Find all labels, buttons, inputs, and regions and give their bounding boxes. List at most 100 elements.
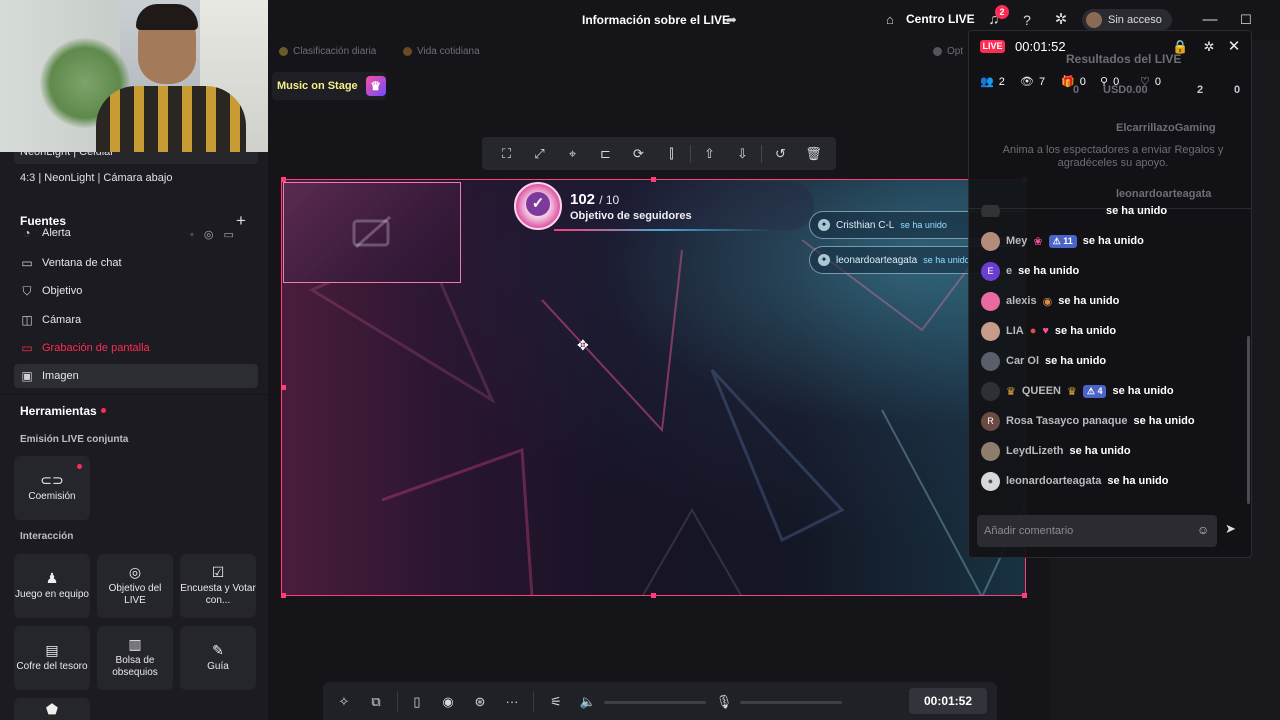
chip-clasificacion[interactable]: Clasificación diaria	[279, 46, 376, 57]
volume-slider[interactable]	[604, 701, 706, 704]
layer-toolbar: ⛶ ⤢ ⌖ ⊏ ⟳ ⫿ ⇧ ⇩ ↺ 🗑	[482, 137, 836, 170]
expand-icon[interactable]: ⤢	[523, 137, 556, 170]
mic-slider[interactable]	[740, 701, 842, 704]
tool-cofre[interactable]: ▤ Cofre del tesoro	[14, 626, 90, 690]
chat-scrollbar[interactable]	[1247, 336, 1250, 504]
tool-encuesta[interactable]: ☑ Encuesta y Votar con...	[180, 554, 256, 618]
chip-vida-cotidiana[interactable]: Vida cotidiana	[403, 46, 480, 57]
comment-placeholder: Añadir comentario	[984, 525, 1074, 537]
source-item-grabacion[interactable]: ▭ Grabación de pantalla	[20, 339, 149, 357]
settings-icon[interactable]: ✲	[1201, 39, 1217, 55]
source-item-objetivo[interactable]: ⛉ Objetivo	[20, 282, 82, 300]
webcam-person-hair	[136, 4, 198, 30]
share-icon[interactable]: ➦	[726, 12, 737, 28]
centro-live-link[interactable]: Centro LIVE	[906, 12, 975, 26]
resize-handle[interactable]	[281, 385, 286, 390]
center-icon[interactable]: ⌖	[556, 137, 589, 170]
tool-juego-en-equipo[interactable]: ♟ Juego en equipo	[14, 554, 90, 618]
crown-icon: ♛	[1067, 385, 1077, 398]
cookie-icon: ◉	[1042, 295, 1053, 308]
lock-icon[interactable]: 🔒	[1172, 39, 1188, 55]
goal-widget[interactable]: ✓ 102 / 10 Objetivo de seguidores	[514, 182, 814, 231]
resize-handle[interactable]	[1022, 593, 1027, 598]
live-elapsed: 00:01:52	[1015, 39, 1066, 54]
gift-bag-icon: ▥	[128, 635, 142, 652]
chat-text: se ha unido	[1106, 205, 1168, 217]
tool-guia[interactable]: ✎ Guía	[180, 626, 256, 690]
join-icon: ✦	[818, 219, 830, 231]
chat-username: leonardoarteagata	[1006, 475, 1102, 487]
source-item-camara[interactable]: ◫ Cámara	[20, 311, 81, 329]
source-item-imagen[interactable]: ▣ Imagen	[20, 367, 78, 385]
trash-icon[interactable]: 🗑	[797, 137, 830, 170]
chat-text: se ha unido	[1107, 475, 1169, 487]
chat-username: LeydLizeth	[1006, 445, 1064, 457]
layer-up-icon[interactable]: ⇧	[693, 137, 726, 170]
live-goal-icon: ◎	[128, 563, 142, 580]
music-stage-icon: ♛	[365, 76, 386, 96]
close-icon[interactable]: ✕	[1226, 39, 1242, 55]
tools-notification-dot	[101, 408, 106, 413]
resize-handle[interactable]	[281, 593, 286, 598]
tool-bolsa[interactable]: ▥ Bolsa de obsequios	[97, 626, 173, 690]
chat-text: se ha unido	[1082, 235, 1144, 247]
rotate-icon[interactable]: ⟳	[622, 137, 655, 170]
live-canvas[interactable]: ✓ 102 / 10 Objetivo de seguidores ✦ Cris…	[281, 179, 1026, 596]
strawberry-icon: ●	[1029, 325, 1037, 337]
gear-icon[interactable]: ✲	[1051, 10, 1071, 30]
home-icon: ⌂	[886, 12, 894, 27]
goal-label: Objetivo de seguidores	[570, 210, 692, 222]
microphone-icon[interactable]: 🎙	[715, 693, 733, 711]
maximize-icon[interactable]: ☐	[1236, 10, 1256, 30]
chat-username: alexis	[1006, 295, 1037, 307]
more-icon[interactable]: ···	[503, 693, 521, 711]
stream-timer: 00:01:52	[909, 688, 987, 714]
send-icon[interactable]: ➤	[1225, 521, 1241, 539]
layout-icon[interactable]: ⧉	[367, 693, 385, 711]
shield-icon: ⬟	[45, 701, 59, 717]
fit-screen-icon[interactable]: ⛶	[490, 137, 523, 170]
scene-label: 4:3 | NeonLight | Cámara abajo	[20, 172, 173, 184]
tool-objetivo-live[interactable]: ◎ Objetivo del LIVE	[97, 554, 173, 618]
tool-label: Bolsa de obsequios	[112, 654, 158, 678]
capture-icon[interactable]: ⊛	[471, 693, 489, 711]
scene-item-camara-abajo[interactable]: 4:3 | NeonLight | Cámara abajo	[14, 166, 258, 190]
chat-text: se ha unido	[1054, 325, 1117, 337]
source-actions-icons[interactable]: ◦◎▭	[190, 228, 244, 241]
layer-down-icon[interactable]: ⇩	[726, 137, 759, 170]
resize-handle[interactable]	[651, 593, 656, 598]
avatar	[981, 291, 1000, 311]
chip-opt[interactable]: Opt	[933, 46, 963, 57]
camera-off-icon	[352, 215, 391, 249]
reset-icon[interactable]: ↺	[764, 137, 797, 170]
phone-icon[interactable]: ▯	[408, 693, 426, 711]
chat-row: ● leonardoarteagata se ha unido	[981, 471, 1169, 491]
user-chip[interactable]: Sin acceso	[1082, 9, 1172, 31]
comment-input[interactable]: Añadir comentario ☺	[977, 515, 1217, 547]
minimize-icon[interactable]: —	[1200, 10, 1220, 30]
avatar	[981, 381, 1000, 401]
avatar	[981, 441, 1000, 461]
magic-wand-icon[interactable]: ✧	[335, 693, 353, 711]
live-overlay-panel[interactable]: Resultados del LIVE LIVE 00:01:52 🔒 ✲ ✕ …	[968, 30, 1252, 558]
camera-source-box[interactable]	[283, 182, 461, 283]
source-item-alerta[interactable]: ◔ Alerta	[20, 226, 70, 240]
chat-row: ♛ QUEEN ♛ ⚠ 4 se ha unido	[981, 381, 1174, 401]
speaker-icon[interactable]: 🔈	[579, 693, 597, 711]
webcam-preview[interactable]	[0, 0, 268, 152]
emoji-icon[interactable]: ☺	[1197, 523, 1211, 537]
adjust-icon[interactable]: ⚟	[547, 693, 565, 711]
tool-more[interactable]: ⬟	[14, 698, 90, 720]
source-item-chat[interactable]: ▭ Ventana de chat	[20, 254, 121, 272]
crop-icon[interactable]: ⊏	[589, 137, 622, 170]
level-badge: ⚠ 4	[1082, 384, 1107, 398]
resize-handle[interactable]	[651, 177, 656, 182]
help-icon[interactable]: ?	[1017, 10, 1037, 30]
record-icon[interactable]: ◉	[439, 693, 457, 711]
chat-row: Car Ol se ha unido	[981, 351, 1106, 371]
flip-icon[interactable]: ⫿	[655, 137, 688, 170]
resize-handle[interactable]	[281, 177, 286, 182]
ranking-icon	[279, 47, 288, 56]
music-on-stage-badge[interactable]: Music on Stage ♛	[272, 72, 386, 100]
goal-total: / 10	[599, 193, 620, 207]
